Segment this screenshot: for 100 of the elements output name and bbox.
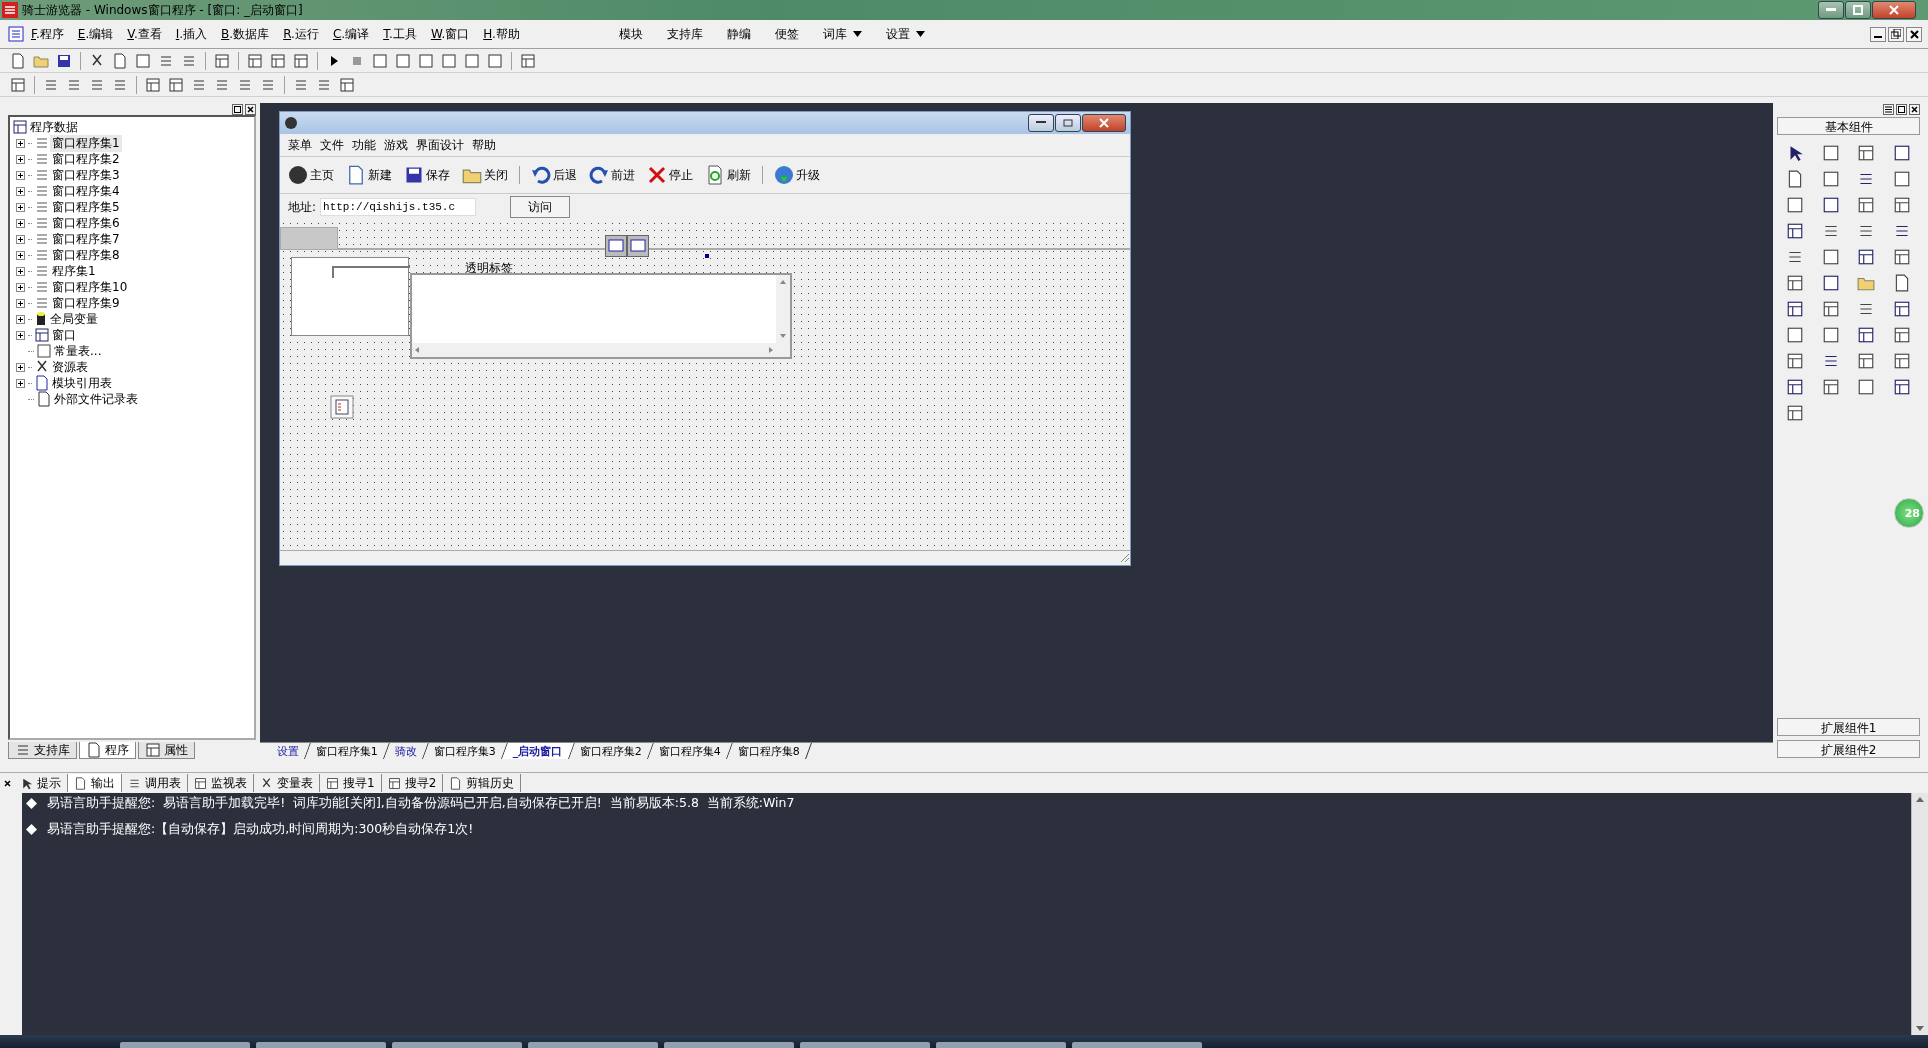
expand-icon[interactable] — [16, 170, 25, 180]
minimize-button[interactable] — [1818, 1, 1844, 19]
close-button[interactable] — [1082, 114, 1126, 132]
toolbar-button[interactable]: 刷新 — [701, 160, 755, 190]
tree-item[interactable]: 窗口程序集9 — [50, 294, 122, 312]
toolbar-button[interactable]: 停止 — [643, 160, 697, 190]
close-button[interactable] — [1872, 1, 1916, 19]
expand-icon[interactable] — [16, 218, 25, 228]
tree-item[interactable]: 窗口程序集5 — [50, 198, 122, 216]
expand-icon[interactable] — [16, 298, 25, 308]
output-tab[interactable]: 变量表 — [254, 774, 320, 792]
document-tab[interactable]: 窗口程序集1 — [305, 743, 390, 759]
tree-item[interactable]: 常量表... — [52, 342, 104, 360]
maximize-button[interactable] — [1055, 114, 1081, 132]
output-tab[interactable]: 搜寻2 — [381, 774, 444, 792]
panel-tab[interactable]: 支持库 — [8, 742, 77, 759]
tree-item[interactable]: 程序数据 — [28, 118, 80, 136]
up-arrow-icon[interactable] — [1916, 797, 1924, 802]
tree-item[interactable]: 窗口 — [50, 326, 78, 344]
menu-item[interactable]: 静编 — [714, 25, 763, 43]
document-tab[interactable]: 窗口程序集3 — [423, 743, 508, 759]
expand-icon[interactable] — [16, 234, 25, 244]
menu-item[interactable]: 词库 — [810, 25, 874, 43]
document-tab[interactable]: _启动窗口 — [502, 743, 575, 759]
palette-group-button[interactable]: 基本组件 — [1777, 117, 1920, 135]
menu-item[interactable]: 模块 — [606, 25, 655, 43]
close-button[interactable] — [245, 103, 256, 115]
toolbar-button[interactable]: 新建 — [342, 160, 396, 190]
panel-tab[interactable]: 属性 — [138, 742, 195, 759]
tree-item[interactable]: 窗口程序集10 — [50, 278, 130, 296]
restore-button[interactable] — [1888, 26, 1904, 42]
expand-icon[interactable] — [16, 314, 25, 324]
menu-item[interactable]: R.运行 — [276, 25, 326, 43]
tree-item[interactable]: 窗口程序集6 — [50, 214, 122, 232]
maximize-button[interactable] — [1896, 103, 1907, 115]
tree-item[interactable]: 窗口程序集7 — [50, 230, 122, 248]
panel-tab[interactable]: 程序 — [79, 742, 136, 759]
menu-item[interactable]: 帮助 — [468, 136, 500, 154]
toolbar-button[interactable]: 保存 — [400, 160, 454, 190]
close-button[interactable] — [1909, 103, 1920, 115]
toolbar-button[interactable]: 升级 — [770, 160, 824, 190]
expand-icon[interactable] — [16, 186, 25, 196]
expand-icon[interactable] — [16, 282, 25, 292]
toolbar-button[interactable]: 前进 — [585, 160, 639, 190]
menu-item[interactable]: 游戏 — [380, 136, 412, 154]
text-area[interactable] — [410, 273, 792, 359]
expand-icon[interactable] — [16, 362, 25, 372]
menu-item[interactable]: 菜单 — [284, 136, 316, 154]
document-tab[interactable]: 骑改 — [384, 743, 429, 759]
menu-item[interactable]: C.编译 — [325, 25, 377, 43]
menu-item[interactable]: 设置 — [873, 25, 937, 43]
address-field[interactable]: http://qishijs.t35.c — [320, 198, 477, 216]
menu-item[interactable]: 文件 — [316, 136, 348, 154]
tree-item[interactable]: 外部文件记录表 — [52, 390, 140, 408]
tree-item[interactable]: 模块引用表 — [50, 374, 114, 392]
toolbar-button[interactable]: 关闭 — [458, 160, 512, 190]
menu-item[interactable]: I.插入 — [168, 25, 215, 43]
toolbar-button[interactable]: 后退 — [527, 160, 581, 190]
output-tab[interactable]: 监视表 — [188, 774, 254, 792]
restore-button[interactable] — [1845, 1, 1871, 19]
tree-item[interactable]: 窗口程序集2 — [50, 150, 122, 168]
tree-item[interactable]: 窗口程序集4 — [50, 182, 122, 200]
menu-item[interactable]: F.程序 — [24, 25, 71, 43]
output-tab[interactable]: 搜寻1 — [320, 774, 382, 792]
expand-icon[interactable] — [16, 202, 25, 212]
menu-item[interactable]: H.帮助 — [476, 25, 527, 43]
output-tab[interactable]: 剪辑历史 — [443, 774, 522, 792]
down-arrow-icon[interactable] — [1916, 1026, 1924, 1031]
toolbar-button[interactable]: 主页 — [284, 160, 338, 190]
scrollbar[interactable] — [1911, 793, 1928, 1035]
tree-item[interactable]: 窗口程序集3 — [50, 166, 122, 184]
menu-item[interactable]: B.数据库 — [214, 25, 277, 43]
output-tab[interactable]: 调用表 — [122, 774, 188, 792]
tree-item[interactable]: 窗口程序集1 — [50, 134, 122, 152]
menu-item[interactable]: T.工具 — [376, 25, 424, 43]
document-tab[interactable]: 窗口程序集2 — [568, 743, 654, 759]
selection-handle[interactable] — [705, 254, 709, 258]
expand-icon[interactable] — [16, 378, 25, 388]
close-button[interactable] — [1906, 26, 1922, 42]
menu-item[interactable]: 功能 — [348, 136, 380, 154]
menu-item[interactable]: 界面设计 — [412, 136, 468, 154]
tree-item[interactable]: 全局变量 — [48, 310, 100, 328]
menu-button[interactable] — [1883, 103, 1894, 115]
resize-grip-icon[interactable] — [1118, 551, 1130, 563]
timer-component-icon[interactable] — [330, 395, 354, 419]
tree-item[interactable]: 窗口程序集8 — [50, 246, 122, 264]
group-box[interactable] — [291, 257, 409, 336]
expand-icon[interactable] — [16, 266, 25, 276]
menu-item[interactable]: 便签 — [762, 25, 811, 43]
tree-item[interactable]: 程序集1 — [50, 262, 98, 280]
expand-icon[interactable] — [16, 330, 25, 340]
expand-icon[interactable] — [16, 154, 25, 164]
expand-icon[interactable] — [16, 250, 25, 260]
palette-group-button[interactable]: 扩展组件2 — [1777, 740, 1920, 758]
palette-group-button[interactable]: 扩展组件1 — [1777, 718, 1920, 736]
visit-button[interactable]: 访问 — [510, 196, 571, 218]
menu-item[interactable]: E.编辑 — [70, 25, 121, 43]
document-tab[interactable]: 窗口程序集4 — [647, 743, 733, 759]
menu-item[interactable]: W.窗口 — [423, 25, 477, 43]
minimize-button[interactable] — [1028, 114, 1054, 132]
